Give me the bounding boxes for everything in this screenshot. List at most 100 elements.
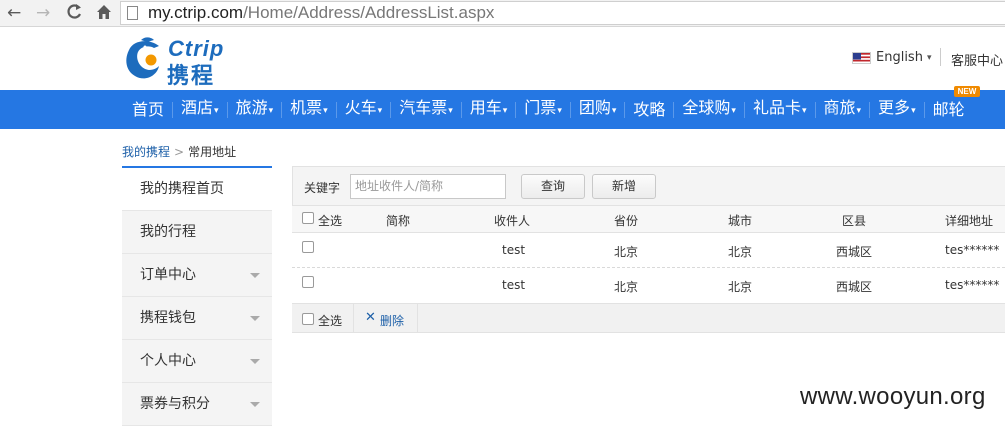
cell-city: 北京 — [728, 245, 753, 259]
header-divider — [940, 48, 941, 66]
delete-x-icon: ✕ — [365, 310, 376, 325]
chevron-down-icon — [250, 316, 260, 321]
nav-item-1[interactable]: 酒店▾ — [173, 88, 227, 131]
chevron-down-icon: ▾ — [911, 106, 916, 116]
language-switcher[interactable]: English ▾ — [852, 50, 931, 65]
url-host: my.ctrip.com — [148, 3, 244, 22]
breadcrumb-home-link[interactable]: 我的携程 — [122, 145, 170, 159]
chevron-down-icon: ▾ — [214, 106, 219, 116]
us-flag-icon — [852, 51, 871, 64]
nav-item-7[interactable]: 门票▾ — [516, 88, 570, 131]
sidebar-item-label: 票券与积分 — [140, 396, 210, 412]
nav-item-11[interactable]: 礼品卡▾ — [745, 88, 815, 131]
back-arrow-icon[interactable]: ← — [7, 3, 21, 23]
ctrip-logo[interactable]: Ctrip 携程 — [121, 36, 246, 89]
row-checkbox[interactable] — [302, 276, 314, 288]
chevron-down-icon: ▾ — [926, 52, 932, 63]
footer-select-all-label: 全选 — [318, 314, 343, 328]
watermark: www.wooyun.org — [800, 383, 986, 410]
address-bar[interactable]: my.ctrip.com/Home/Address/AddressList.as… — [120, 1, 1005, 25]
nav-item-label: 商旅 — [823, 98, 856, 117]
logo-text-cn: 携程 — [167, 64, 216, 89]
sidebar-item-5[interactable]: 票券与积分 — [122, 383, 272, 426]
chevron-down-icon: ▾ — [731, 106, 736, 116]
sidebar-item-label: 个人中心 — [140, 353, 196, 369]
home-icon[interactable] — [95, 3, 113, 26]
reload-icon[interactable] — [66, 3, 82, 26]
chevron-down-icon: ▾ — [448, 106, 453, 116]
add-button[interactable]: 新增 — [592, 174, 656, 199]
keyword-input[interactable]: 地址收件人/简称 — [350, 174, 506, 199]
nav-item-10[interactable]: 全球购▾ — [674, 88, 744, 131]
nav-item-4[interactable]: 火车▾ — [337, 88, 391, 131]
chevron-down-icon: ▾ — [801, 106, 807, 116]
select-all-label: 全选 — [318, 214, 343, 228]
nav-item-label: 礼品卡 — [752, 98, 801, 117]
url-path: /Home/Address/AddressList.aspx — [243, 3, 495, 22]
nav-items: 首页 酒店▾ 旅游▾ 机票▾ 火车▾ 汽车票▾ 用车▾ 门票▾ 团购▾ 攻略 全球购▾ 礼品卡▾ 商旅▾… — [124, 90, 973, 129]
nav-item-label: 汽车票 — [399, 98, 448, 117]
delete-button[interactable]: ✕ 删除 — [354, 304, 418, 333]
nav-item-label: 酒店 — [181, 98, 214, 117]
cell-city: 北京 — [728, 280, 753, 294]
nav-item-label: 旅游 — [235, 98, 268, 117]
nav-item-5[interactable]: 汽车票▾ — [391, 88, 461, 131]
nav-item-9[interactable]: 攻略 — [625, 90, 673, 129]
customer-service-link[interactable]: 客服中心 — [951, 50, 1003, 69]
cell-recipient: test — [502, 278, 526, 292]
chevron-down-icon: ▾ — [856, 106, 862, 116]
sidebar-item-4[interactable]: 个人中心 — [122, 340, 272, 383]
sidebar-item-label: 订单中心 — [140, 267, 196, 283]
row-checkbox[interactable] — [302, 241, 314, 253]
footer-select-all-checkbox[interactable] — [302, 313, 314, 325]
nav-item-label: 门票 — [524, 98, 557, 117]
sidebar-item-2[interactable]: 订单中心 — [122, 254, 272, 297]
page-icon — [127, 6, 138, 20]
chevron-down-icon: ▾ — [323, 106, 328, 116]
nav-item-label: 攻略 — [633, 100, 666, 119]
sidebar-item-1[interactable]: 我的行程 — [122, 211, 272, 254]
chevron-down-icon — [250, 273, 260, 278]
sidebar-item-label: 我的携程首页 — [140, 181, 224, 197]
column-header-province: 省份 — [614, 214, 639, 228]
keyword-label: 关键字 — [304, 181, 341, 195]
breadcrumb-current: 常用地址 — [188, 145, 237, 159]
chevron-down-icon — [250, 402, 260, 407]
sidebar-item-3[interactable]: 携程钱包 — [122, 297, 272, 340]
nav-item-label: 全球购 — [682, 98, 731, 117]
chevron-down-icon — [250, 359, 260, 364]
cell-district: 西城区 — [836, 245, 873, 259]
forward-arrow-icon[interactable]: → — [36, 3, 50, 23]
column-header-city: 城市 — [728, 214, 753, 228]
cell-recipient: test — [502, 243, 526, 257]
sidebar-item-label: 携程钱包 — [140, 310, 196, 326]
nav-item-8[interactable]: 团购▾ — [571, 88, 625, 131]
select-all-checkbox[interactable] — [302, 212, 314, 224]
nav-item-2[interactable]: 旅游▾ — [228, 88, 282, 131]
sidebar: 我的携程首页 我的行程订单中心携程钱包个人中心票券与积分 — [122, 166, 272, 427]
chevron-down-icon: ▾ — [557, 106, 562, 116]
sidebar-item-0[interactable]: 我的携程首页 — [122, 168, 272, 211]
nav-item-12[interactable]: 商旅▾ — [816, 88, 870, 131]
dolphin-logo-icon — [126, 37, 159, 79]
nav-item-13[interactable]: 更多▾ — [870, 88, 924, 131]
column-header-address: 详细地址 — [945, 214, 994, 228]
nav-item-label: 团购 — [578, 98, 611, 117]
chevron-down-icon: ▾ — [502, 106, 508, 116]
column-header-alias: 简称 — [386, 214, 411, 228]
nav-item-6[interactable]: 用车▾ — [462, 88, 516, 131]
cell-province: 北京 — [614, 245, 639, 259]
nav-item-0[interactable]: 首页 — [124, 90, 172, 129]
sidebar-item-label: 我的行程 — [140, 224, 196, 240]
table-row: test 北京 北京 西城区 tes****** — [292, 233, 1005, 268]
chevron-down-icon: ▾ — [377, 106, 383, 116]
cell-province: 北京 — [614, 280, 639, 294]
footer-select-all[interactable]: 全选 — [292, 304, 354, 333]
cell-address: tes****** — [945, 243, 1000, 257]
nav-item-label: 火车 — [344, 98, 377, 117]
nav-item-3[interactable]: 机票▾ — [282, 88, 336, 131]
main-navigation: 首页 酒店▾ 旅游▾ 机票▾ 火车▾ 汽车票▾ 用车▾ 门票▾ 团购▾ 攻略 全球购▾ 礼品卡▾ 商旅▾… — [0, 90, 1005, 129]
column-header-district: 区县 — [842, 214, 867, 228]
query-button[interactable]: 查询 — [521, 174, 585, 199]
nav-item-label: 首页 — [132, 100, 165, 119]
